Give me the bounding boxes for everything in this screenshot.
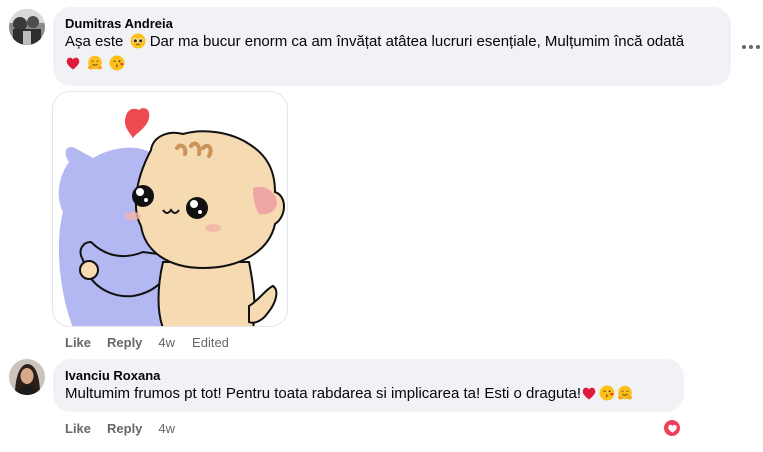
more-options-icon [742,45,760,49]
hugging-cats-sticker[interactable] [52,91,288,327]
comment-timestamp[interactable]: 4w [158,335,175,350]
face-blowing-kiss-emoji [109,55,125,71]
comment-author[interactable]: Ivanciu Roxana [65,367,672,384]
reply-button[interactable]: Reply [107,421,142,436]
reply-button[interactable]: Reply [107,335,142,350]
face-blowing-kiss-emoji [599,385,615,401]
avatar[interactable] [9,359,45,395]
comment-text-part: Dar ma bucur enorm ca am învățat atâtea … [149,33,685,50]
more-options-button[interactable] [736,32,763,62]
heart-icon [667,424,677,433]
love-reaction[interactable] [662,418,682,438]
pleading-face-emoji [130,33,146,49]
comment-emoji-row [65,54,719,74]
avatar[interactable] [9,9,45,45]
comment-bubble: Ivanciu Roxana Multumim frumos pt tot! P… [53,359,684,412]
comment-actions: Like Reply 4w [65,419,175,437]
comment-timestamp[interactable]: 4w [158,421,175,436]
red-heart-emoji [581,385,597,401]
comment-bubble: Dumitras Andreia Așa este Dar ma bucur e… [53,7,731,86]
hugging-face-emoji [617,385,633,401]
edited-label[interactable]: Edited [192,335,229,350]
comment-text: Așa este Dar ma bucur enorm ca am învăța… [65,32,719,52]
comment-text-part: Multumim frumos pt tot! Pentru toata rab… [65,385,582,402]
comment-text-part: Așa este [65,33,124,50]
like-button[interactable]: Like [65,421,91,436]
comment-actions: Like Reply 4w Edited [65,333,229,351]
like-button[interactable]: Like [65,335,91,350]
red-heart-emoji [65,55,81,71]
comment-author[interactable]: Dumitras Andreia [65,15,719,32]
comment-text: Multumim frumos pt tot! Pentru toata rab… [65,384,672,404]
hugging-face-emoji [87,55,103,71]
